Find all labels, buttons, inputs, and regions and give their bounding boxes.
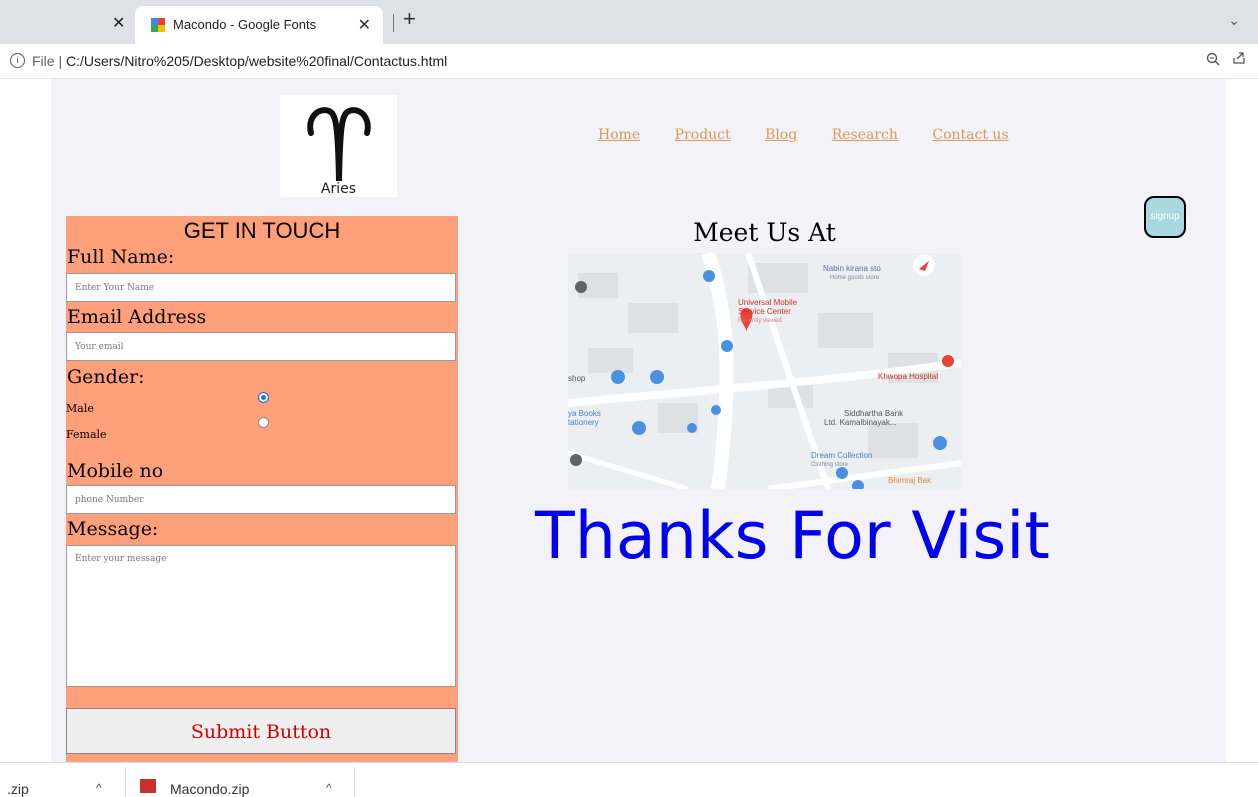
info-icon[interactable]: i xyxy=(10,53,25,68)
url-field[interactable]: File | C:/Users/Nitro%205/Desktop/websit… xyxy=(32,53,447,69)
email-input[interactable]: Your email xyxy=(66,332,456,361)
nav-home[interactable]: Home xyxy=(598,127,640,143)
mobile-input[interactable]: phone Number xyxy=(66,485,456,514)
close-tab-icon[interactable]: ✕ xyxy=(358,15,371,35)
google-fonts-favicon-icon xyxy=(151,18,165,32)
gender-male-label: Male xyxy=(66,402,94,415)
page-content: Aries Home Product Blog Research Contact… xyxy=(51,79,1226,762)
map-graphic: Nabin kirana sto Home goods store Univer… xyxy=(568,253,961,489)
aries-symbol-icon xyxy=(307,107,371,182)
map-label-books: ya Books xyxy=(568,409,601,418)
download-item-1[interactable]: .zip xyxy=(7,781,29,797)
download-item-2[interactable]: Macondo.zip xyxy=(170,781,249,797)
map-label-center: Universal Mobile xyxy=(738,298,798,307)
map-label-hospital: Khwopa Hospital xyxy=(878,372,938,381)
thanks-heading: Thanks For Visit xyxy=(535,499,1050,574)
url-text: C:/Users/Nitro%205/Desktop/website%20fin… xyxy=(65,53,448,69)
signup-button[interactable]: signup xyxy=(1144,196,1186,238)
full-name-input[interactable]: Enter Your Name xyxy=(66,273,456,302)
browser-tab-bar: ✕ Macondo - Google Fonts ✕ + ⌄ xyxy=(0,0,1258,44)
tab-list-chevron-icon[interactable]: ⌄ xyxy=(1228,12,1240,29)
tab-separator xyxy=(393,14,394,32)
tab-title: Macondo - Google Fonts xyxy=(173,17,317,32)
zip-file-icon xyxy=(140,779,156,793)
email-label: Email Address xyxy=(67,306,207,328)
form-title: GET IN TOUCH xyxy=(183,218,341,243)
map-label-dream: Dream Collection xyxy=(811,451,872,460)
download-separator xyxy=(354,767,355,797)
chevron-up-icon[interactable]: ^ xyxy=(96,781,102,795)
nav-contact-us[interactable]: Contact us xyxy=(932,127,1008,143)
nav-blog[interactable]: Blog xyxy=(765,127,797,143)
zoom-icon[interactable] xyxy=(1206,52,1220,69)
full-name-label: Full Name: xyxy=(67,246,175,268)
new-tab-icon[interactable]: + xyxy=(403,6,416,32)
map-label-center-sub: Recently viewed xyxy=(738,318,782,324)
mobile-label: Mobile no xyxy=(67,460,164,482)
logo-text: Aries xyxy=(320,181,357,197)
download-separator xyxy=(125,767,126,797)
submit-button[interactable]: Submit Button xyxy=(66,708,456,754)
url-scheme: File xyxy=(32,53,55,69)
gender-female-label: Female xyxy=(66,428,107,441)
contact-form: GET IN TOUCH Full Name: Enter Your Name … xyxy=(66,216,458,762)
active-tab[interactable]: Macondo - Google Fonts ✕ xyxy=(135,6,383,44)
share-icon[interactable] xyxy=(1232,51,1246,68)
download-bar: .zip ^ Macondo.zip ^ xyxy=(0,762,1258,797)
message-textarea[interactable]: Enter your message xyxy=(66,545,456,687)
close-tab-icon[interactable]: ✕ xyxy=(112,13,125,33)
nav-product[interactable]: Product xyxy=(675,127,731,143)
gender-male-radio[interactable] xyxy=(258,392,269,403)
gender-label: Gender: xyxy=(67,366,145,388)
map-label-center2: Service Center xyxy=(738,307,791,316)
map-label-bank2: Ltd. Kamalbinayak... xyxy=(824,418,896,427)
main-nav: Home Product Blog Research Contact us xyxy=(598,127,1039,143)
meet-us-title: Meet Us At xyxy=(693,218,836,247)
map-label-bhimraj: Bhimraj Bak xyxy=(888,476,932,485)
location-map[interactable]: Nabin kirana sto Home goods store Univer… xyxy=(568,253,961,489)
chevron-up-icon[interactable]: ^ xyxy=(326,781,332,795)
nav-research[interactable]: Research xyxy=(832,127,898,143)
map-label-shop: shop xyxy=(568,374,586,383)
aries-logo: Aries xyxy=(280,95,397,197)
url-divider: | xyxy=(54,53,66,69)
gender-female-radio[interactable] xyxy=(258,417,269,428)
address-bar: i File | C:/Users/Nitro%205/Desktop/webs… xyxy=(0,44,1258,79)
map-label-bank: Siddhartha Bank xyxy=(844,409,904,418)
map-label-store1: Nabin kirana sto xyxy=(823,264,881,273)
map-label-books2: tationery xyxy=(568,418,599,427)
message-label: Message: xyxy=(67,518,159,540)
map-label-store1-sub: Home goods store xyxy=(830,275,880,281)
